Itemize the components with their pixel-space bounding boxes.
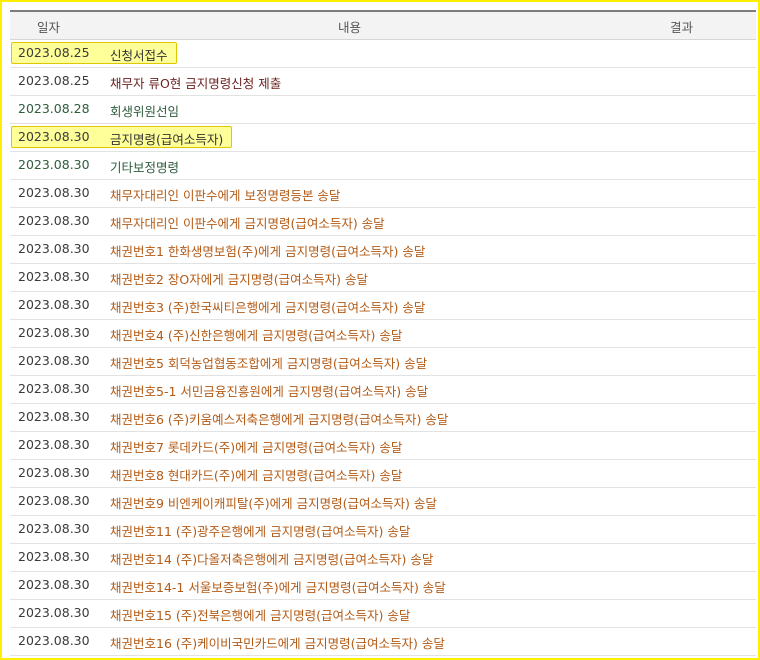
row-content: 신청서접수 [110,48,168,63]
row-content: 회생위원선임 [110,104,180,119]
header-content: 내용 [338,20,362,35]
table-row: 2023.08.30 채권번호11 (주)광주은행에게 금지명령(급여소득자) 송… [10,516,756,544]
table-row: 2023.08.30 채권번호14-1 서울보증보험(주)에게 금지명령(급여소득… [10,572,756,600]
row-date: 2023.08.30 [18,521,90,536]
row-date: 2023.08.25 [18,73,90,88]
table-row: 2023.08.30 채권번호1 한화생명보험(주)에게 금지명령(급여소득자) … [10,236,756,264]
row-date: 2023.08.30 [18,325,90,340]
row-content: 기타보정명령 [110,160,180,175]
row-content: 채권번호7 롯데카드(주)에게 금지명령(급여소득자) 송달 [110,440,403,455]
row-content: 채권번호14-1 서울보증보험(주)에게 금지명령(급여소득자) 송달 [110,580,446,595]
table-row: 2023.08.30 채권번호5 회덕농업협동조합에게 금지명령(급여소득자) 송… [10,348,756,376]
case-progress-table: 일자 내용 결과 2023.08.25 신청서접수 2023.08.25 채무자 류O… [10,10,756,656]
row-date: 2023.08.30 [18,353,90,368]
row-date: 2023.08.30 [18,437,90,452]
row-date: 2023.08.25 [18,45,90,60]
table-row: 2023.08.30 채권번호2 장O자에게 금지명령(급여소득자) 송달 [10,264,756,292]
table-row: 2023.08.30 채권번호14 (주)다올저축은행에게 금지명령(급여소득자)… [10,544,756,572]
row-content: 채권번호14 (주)다올저축은행에게 금지명령(급여소득자) 송달 [110,552,434,567]
header-date: 일자 [37,20,61,35]
row-content: 금지명령(급여소득자) [110,132,224,147]
row-content: 채권번호5 회덕농업협동조합에게 금지명령(급여소득자) 송달 [110,356,428,371]
table-row: 2023.08.30 채권번호9 비엔케이캐피탈(주)에게 금지명령(급여소득자)… [10,488,756,516]
row-date: 2023.08.30 [18,409,90,424]
table-row: 2023.08.30 채권번호8 현대카드(주)에게 금지명령(급여소득자) 송달 [10,460,756,488]
row-content: 채권번호16 (주)케이비국민카드에게 금지명령(급여소득자) 송달 [110,636,445,651]
row-content: 채권번호15 (주)전북은행에게 금지명령(급여소득자) 송달 [110,608,411,623]
table-row: 2023.08.30 채권번호3 (주)한국씨티은행에게 금지명령(급여소득자) … [10,292,756,320]
row-date: 2023.08.30 [18,213,90,228]
row-date: 2023.08.30 [18,577,90,592]
table-row: 2023.08.30 채권번호15 (주)전북은행에게 금지명령(급여소득자) 송… [10,600,756,628]
table-row: 2023.08.30 채권번호6 (주)키움예스저축은행에게 금지명령(급여소득자… [10,404,756,432]
row-content: 채권번호1 한화생명보험(주)에게 금지명령(급여소득자) 송달 [110,244,426,259]
table-row: 2023.08.25 신청서접수 [10,40,756,68]
highlight-frame: 일자 내용 결과 2023.08.25 신청서접수 2023.08.25 채무자 류O… [0,0,760,660]
row-content: 채권번호4 (주)신한은행에게 금지명령(급여소득자) 송달 [110,328,403,343]
table-row: 2023.08.30 채무자대리인 이판수에게 금지명령(급여소득자) 송달 [10,208,756,236]
row-content: 채권번호2 장O자에게 금지명령(급여소득자) 송달 [110,272,368,287]
table-header: 일자 내용 결과 [10,10,756,40]
row-date: 2023.08.30 [18,241,90,256]
row-date: 2023.08.30 [18,549,90,564]
row-date: 2023.08.30 [18,381,90,396]
row-content: 채권번호8 현대카드(주)에게 금지명령(급여소득자) 송달 [110,468,403,483]
header-result: 결과 [670,20,694,35]
table-body: 2023.08.25 신청서접수 2023.08.25 채무자 류O현 금지명령신청 … [10,40,756,656]
row-date: 2023.08.30 [18,493,90,508]
table-row: 2023.08.30 채권번호4 (주)신한은행에게 금지명령(급여소득자) 송달 [10,320,756,348]
row-date: 2023.08.30 [18,465,90,480]
row-content: 채무자 류O현 금지명령신청 제출 [110,76,282,91]
row-date: 2023.08.30 [18,633,90,648]
row-date: 2023.08.30 [18,605,90,620]
row-date: 2023.08.30 [18,269,90,284]
row-content: 채무자대리인 이판수에게 보정명령등본 송달 [110,188,341,203]
row-content: 채권번호9 비엔케이캐피탈(주)에게 금지명령(급여소득자) 송달 [110,496,437,511]
row-content: 채권번호6 (주)키움예스저축은행에게 금지명령(급여소득자) 송달 [110,412,449,427]
table-row: 2023.08.28 회생위원선임 [10,96,756,124]
row-content: 채권번호5-1 서민금융진흥원에게 금지명령(급여소득자) 송달 [110,384,429,399]
row-date: 2023.08.30 [18,297,90,312]
row-content: 채무자대리인 이판수에게 금지명령(급여소득자) 송달 [110,216,385,231]
table-row: 2023.08.30 채무자대리인 이판수에게 보정명령등본 송달 [10,180,756,208]
table-row: 2023.08.30 채권번호7 롯데카드(주)에게 금지명령(급여소득자) 송달 [10,432,756,460]
table-row: 2023.08.30 금지명령(급여소득자) [10,124,756,152]
row-content: 채권번호3 (주)한국씨티은행에게 금지명령(급여소득자) 송달 [110,300,426,315]
row-content: 채권번호11 (주)광주은행에게 금지명령(급여소득자) 송달 [110,524,411,539]
table-row: 2023.08.30 기타보정명령 [10,152,756,180]
row-date: 2023.08.30 [18,157,90,172]
table-row: 2023.08.25 채무자 류O현 금지명령신청 제출 [10,68,756,96]
row-date: 2023.08.30 [18,129,90,144]
row-date: 2023.08.30 [18,185,90,200]
row-date: 2023.08.28 [18,101,90,116]
table-row: 2023.08.30 채권번호5-1 서민금융진흥원에게 금지명령(급여소득자) … [10,376,756,404]
table-row: 2023.08.30 채권번호16 (주)케이비국민카드에게 금지명령(급여소득자… [10,628,756,656]
